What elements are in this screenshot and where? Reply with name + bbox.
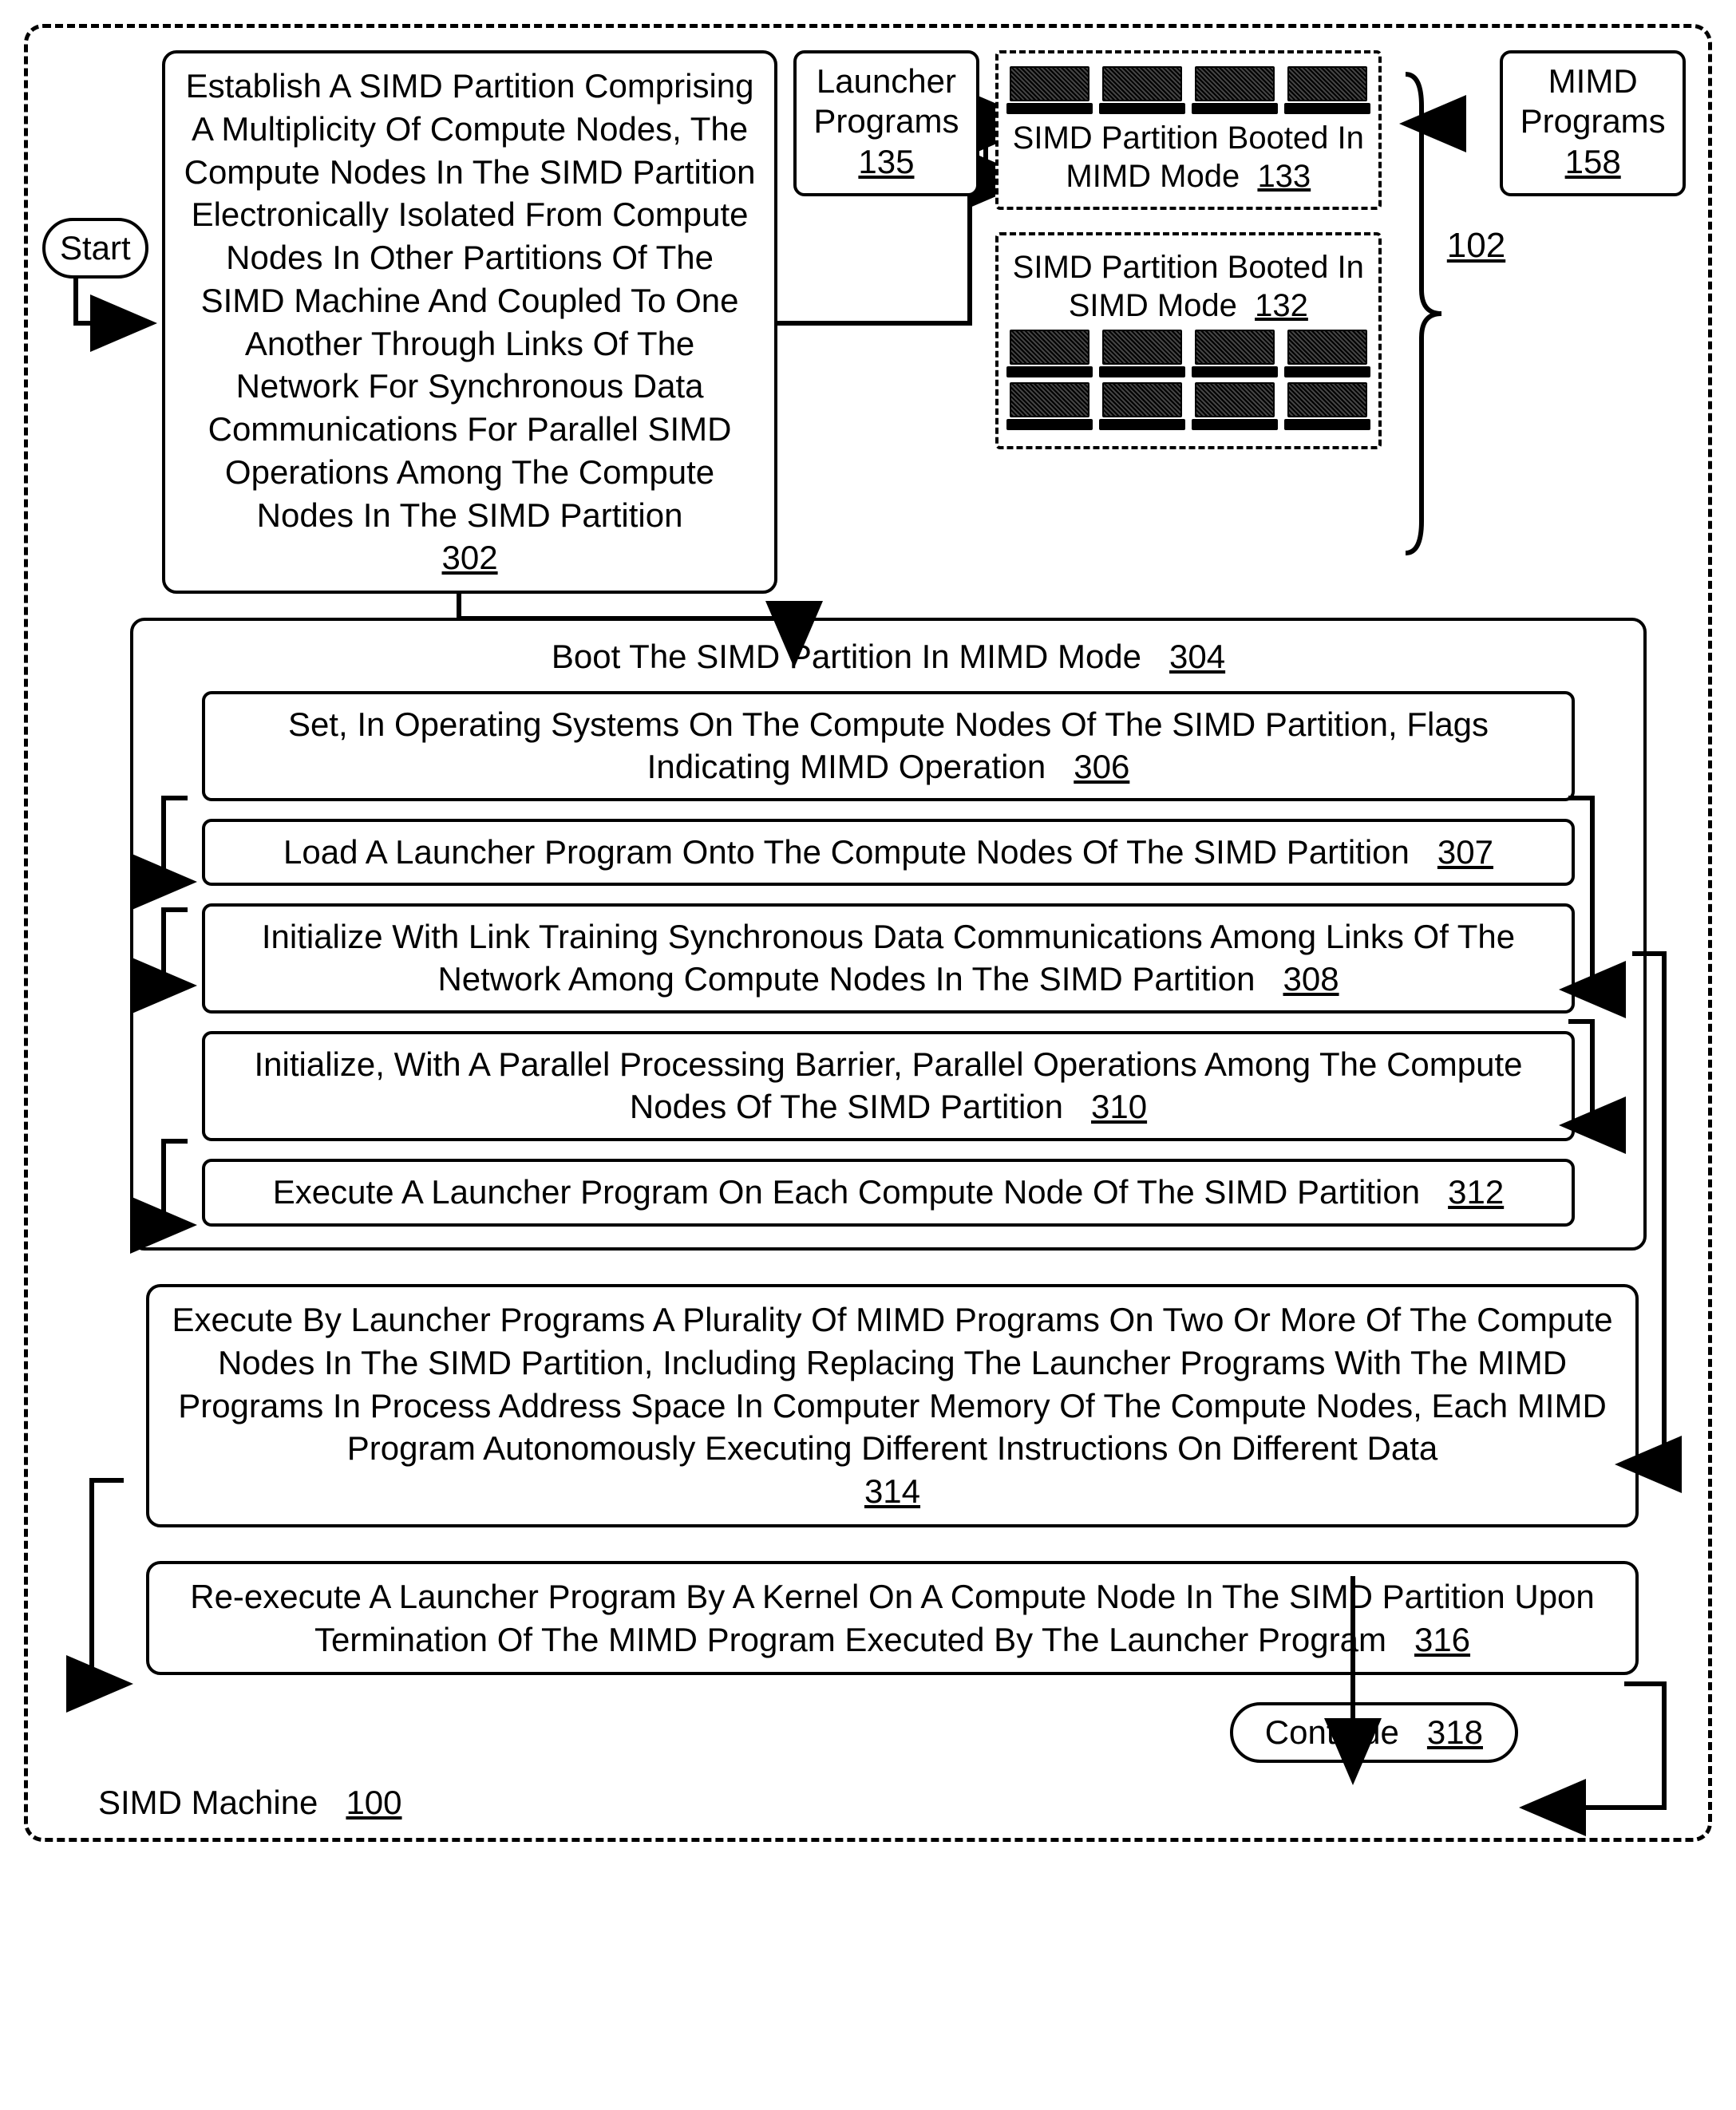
step-314: Execute By Launcher Programs A Plurality… [146,1284,1639,1527]
compute-node-icon [1010,330,1089,377]
partition-133-ref: 133 [1257,159,1311,194]
step-312-ref: 312 [1448,1173,1504,1211]
mimd-programs-label: MIMD Programs [1520,62,1666,140]
step-308-ref: 308 [1283,960,1339,998]
step-302-ref: 302 [442,539,498,576]
step-307-text: Load A Launcher Program Onto The Compute… [283,833,1410,871]
compute-node-icon [1195,382,1275,430]
step-307: Load A Launcher Program Onto The Compute… [202,819,1575,887]
partition-132-label: SIMD Partition Booted In SIMD Mode [1013,250,1364,323]
step-308: Initialize With Link Training Synchronou… [202,903,1575,1014]
partitions-column: SIMD Partition Booted In MIMD Mode 133 S… [995,50,1382,449]
launcher-programs-ref: 135 [858,143,914,180]
compute-node-icon [1287,330,1367,377]
machine-label-text: SIMD Machine [98,1784,318,1821]
compute-node-icon [1102,330,1182,377]
compute-node-icon [1010,382,1089,430]
partition-132-ref: 132 [1255,288,1308,323]
step-316-text: Re-execute A Launcher Program By A Kerne… [190,1578,1595,1658]
mimd-programs-box: MIMD Programs 158 [1500,50,1686,196]
continue-label: Continue [1265,1713,1399,1751]
start-label: Start [60,229,131,267]
step-312-text: Execute A Launcher Program On Each Compu… [273,1173,1420,1211]
compute-node-icon [1287,66,1367,114]
compute-node-icon [1102,66,1182,114]
machine-label-ref: 100 [346,1784,401,1821]
simd-machine-frame: Start Establish A SIMD Partition Compris… [24,24,1712,1842]
compute-node-icon [1287,382,1367,430]
brace-ref: 102 [1447,226,1505,266]
step-316: Re-execute A Launcher Program By A Kerne… [146,1561,1639,1676]
step-306-text: Set, In Operating Systems On The Compute… [288,705,1489,785]
step-304: Boot The SIMD Partition In MIMD Mode 304… [130,618,1647,1251]
step-314-text: Execute By Launcher Programs A Plurality… [172,1301,1612,1467]
continue-ref: 318 [1427,1713,1483,1751]
partition-133-label: SIMD Partition Booted In MIMD Mode [1013,121,1364,194]
step-306: Set, In Operating Systems On The Compute… [202,691,1575,801]
brace-102: 102 [1398,58,1493,569]
launcher-programs-box: Launcher Programs 135 [793,50,979,196]
continue-node: Continue 318 [1230,1702,1518,1763]
step-310-text: Initialize, With A Parallel Processing B… [255,1045,1523,1125]
partition-133: SIMD Partition Booted In MIMD Mode 133 [995,50,1382,210]
compute-node-icon [1102,382,1182,430]
partition-132: SIMD Partition Booted In SIMD Mode 132 [995,232,1382,449]
compute-node-icon [1010,66,1089,114]
step-316-ref: 316 [1414,1621,1470,1658]
start-node: Start [42,218,148,279]
step-314-ref: 314 [864,1472,920,1510]
step-307-ref: 307 [1437,833,1493,871]
step-310: Initialize, With A Parallel Processing B… [202,1031,1575,1141]
step-312: Execute A Launcher Program On Each Compu… [202,1159,1575,1227]
compute-node-icon [1195,66,1275,114]
mimd-programs-ref: 158 [1565,143,1621,180]
launcher-programs-label: Launcher Programs [813,62,959,140]
step-306-ref: 306 [1074,748,1129,785]
step-304-title: Boot The SIMD Partition In MIMD Mode [552,638,1141,675]
step-304-ref: 304 [1169,638,1225,675]
compute-node-icon [1195,330,1275,377]
step-302-text: Establish A SIMD Partition Comprising A … [184,67,756,534]
step-302: Establish A SIMD Partition Comprising A … [162,50,777,594]
step-310-ref: 310 [1091,1088,1147,1125]
machine-label: SIMD Machine 100 [98,1784,1686,1822]
